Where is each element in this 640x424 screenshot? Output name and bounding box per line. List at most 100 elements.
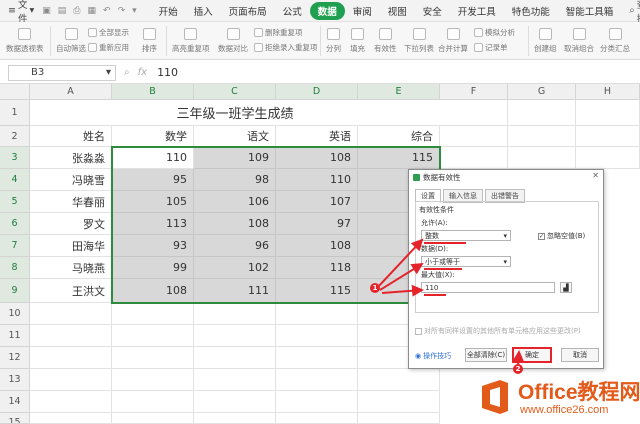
data-operator-select[interactable]: 小于或等于 ▾ — [421, 256, 511, 267]
redo-icon[interactable]: ↷ — [118, 6, 126, 16]
tab-insert[interactable]: 插入 — [186, 2, 221, 20]
pivot-table-button[interactable]: 数据透视表 — [6, 28, 44, 54]
score-cell[interactable]: 108 — [276, 147, 358, 169]
row-header-11[interactable]: 11 — [0, 325, 30, 347]
tab-formulas[interactable]: 公式 — [275, 2, 310, 20]
grid-cell[interactable] — [508, 126, 576, 147]
grid-cell[interactable] — [440, 126, 508, 147]
row-header-1[interactable]: 1 — [0, 100, 30, 126]
score-cell[interactable]: 106 — [194, 191, 276, 213]
grid-cell[interactable] — [276, 325, 358, 347]
max-value-input[interactable]: 110 — [421, 282, 555, 293]
student-name-cell[interactable]: 王洪文 — [30, 279, 112, 303]
range-picker-icon[interactable]: ▟ — [560, 282, 572, 293]
grid-cell[interactable] — [508, 147, 576, 169]
show-all-button[interactable]: 全部显示 — [88, 27, 129, 38]
header-cell-chinese[interactable]: 语文 — [194, 126, 276, 147]
grid-cell[interactable] — [576, 100, 640, 126]
grid-cell[interactable] — [194, 347, 276, 369]
column-header-e[interactable]: E — [358, 84, 440, 100]
ungroup-button[interactable]: 取消组合 — [564, 28, 594, 54]
row-header-7[interactable]: 7 — [0, 235, 30, 257]
clear-all-button[interactable]: 全部清除(C) — [465, 348, 507, 362]
print-icon[interactable]: ⎙ — [73, 6, 80, 16]
student-name-cell[interactable]: 冯晓雪 — [30, 169, 112, 191]
cancel-button[interactable]: 取消 — [561, 348, 599, 362]
fx-icon[interactable]: fx — [138, 67, 147, 78]
grid-cell[interactable] — [276, 369, 358, 391]
grid-cell[interactable] — [358, 391, 440, 413]
tips-link[interactable]: ◉ 操作技巧 — [415, 351, 451, 361]
file-menu[interactable]: ≡ 文件 ▾ — [8, 0, 34, 25]
formula-input[interactable]: 110 — [157, 66, 178, 79]
score-cell[interactable]: 115 — [358, 147, 440, 169]
header-cell-english[interactable]: 英语 — [276, 126, 358, 147]
grid-cell[interactable] — [30, 325, 112, 347]
row-header-8[interactable]: 8 — [0, 257, 30, 279]
chevron-down-icon[interactable]: ▾ — [132, 6, 137, 16]
score-cell[interactable]: 118 — [276, 257, 358, 279]
tab-review[interactable]: 审阅 — [345, 2, 380, 20]
tab-data[interactable]: 数据 — [309, 1, 345, 20]
grid-cell[interactable] — [112, 413, 194, 424]
highlight-duplicates-button[interactable]: 高亮重复项 — [172, 28, 210, 54]
student-name-cell[interactable]: 华春丽 — [30, 191, 112, 213]
score-cell[interactable]: 97 — [276, 213, 358, 235]
score-cell[interactable]: 105 — [112, 191, 194, 213]
select-all-corner[interactable] — [0, 84, 30, 100]
grid-cell[interactable] — [112, 347, 194, 369]
header-cell-math[interactable]: 数学 — [112, 126, 194, 147]
score-cell[interactable]: 109 — [194, 147, 276, 169]
grid-cell[interactable] — [276, 413, 358, 424]
score-cell[interactable]: 108 — [276, 235, 358, 257]
column-header-h[interactable]: H — [576, 84, 640, 100]
grid-cell[interactable] — [30, 369, 112, 391]
row-header-13[interactable]: 13 — [0, 369, 30, 391]
name-box[interactable]: B3 ▾ — [8, 64, 116, 81]
grid-cell[interactable] — [194, 369, 276, 391]
tab-page-layout[interactable]: 页面布局 — [221, 2, 275, 20]
reapply-button[interactable]: 重新应用 — [88, 42, 129, 53]
row-header-4[interactable]: 4 — [0, 169, 30, 191]
score-cell[interactable]: 110 — [276, 169, 358, 191]
sort-button[interactable]: 排序 — [142, 28, 157, 54]
grid-cell[interactable] — [194, 391, 276, 413]
score-cell[interactable]: 107 — [276, 191, 358, 213]
export-icon[interactable]: ▤ — [58, 6, 67, 16]
row-header-2[interactable]: 2 — [0, 126, 30, 147]
score-cell[interactable]: 96 — [194, 235, 276, 257]
row-header-5[interactable]: 5 — [0, 191, 30, 213]
grid-cell[interactable] — [358, 369, 440, 391]
zoom-icon[interactable]: ⌕ — [124, 67, 130, 78]
validity-button[interactable]: 有效性 — [374, 28, 397, 54]
ok-button[interactable]: 确定 — [512, 347, 552, 363]
row-header-9[interactable]: 9 — [0, 279, 30, 303]
text-to-columns-button[interactable]: 分列 — [326, 28, 341, 54]
grid-cell[interactable] — [112, 325, 194, 347]
data-compare-button[interactable]: 数据对比 — [218, 28, 248, 54]
grid-cell[interactable] — [576, 126, 640, 147]
header-cell-name[interactable]: 姓名 — [30, 126, 112, 147]
score-cell[interactable]: 108 — [194, 213, 276, 235]
tab-security[interactable]: 安全 — [415, 2, 450, 20]
grid-cell[interactable] — [276, 303, 358, 325]
grid-cell[interactable] — [30, 391, 112, 413]
score-cell[interactable]: 99 — [112, 257, 194, 279]
score-cell[interactable]: 98 — [194, 169, 276, 191]
dropdown-list-button[interactable]: 下拉列表 — [404, 28, 434, 54]
student-name-cell[interactable]: 罗文 — [30, 213, 112, 235]
grid-cell[interactable] — [112, 369, 194, 391]
column-header-b[interactable]: B — [112, 84, 194, 100]
grid-cell[interactable] — [576, 147, 640, 169]
grid-cell[interactable] — [30, 303, 112, 325]
auto-filter-button[interactable]: 自动筛选 — [56, 28, 86, 54]
group-button[interactable]: 创建组 — [534, 28, 557, 54]
consolidate-button[interactable]: 合并计算 — [438, 28, 468, 54]
score-cell[interactable]: 93 — [112, 235, 194, 257]
grid-cell[interactable] — [276, 347, 358, 369]
column-header-a[interactable]: A — [30, 84, 112, 100]
score-cell[interactable]: 111 — [194, 279, 276, 303]
header-cell-overall[interactable]: 综合 — [358, 126, 440, 147]
grid-cell[interactable] — [194, 325, 276, 347]
row-header-10[interactable]: 10 — [0, 303, 30, 325]
